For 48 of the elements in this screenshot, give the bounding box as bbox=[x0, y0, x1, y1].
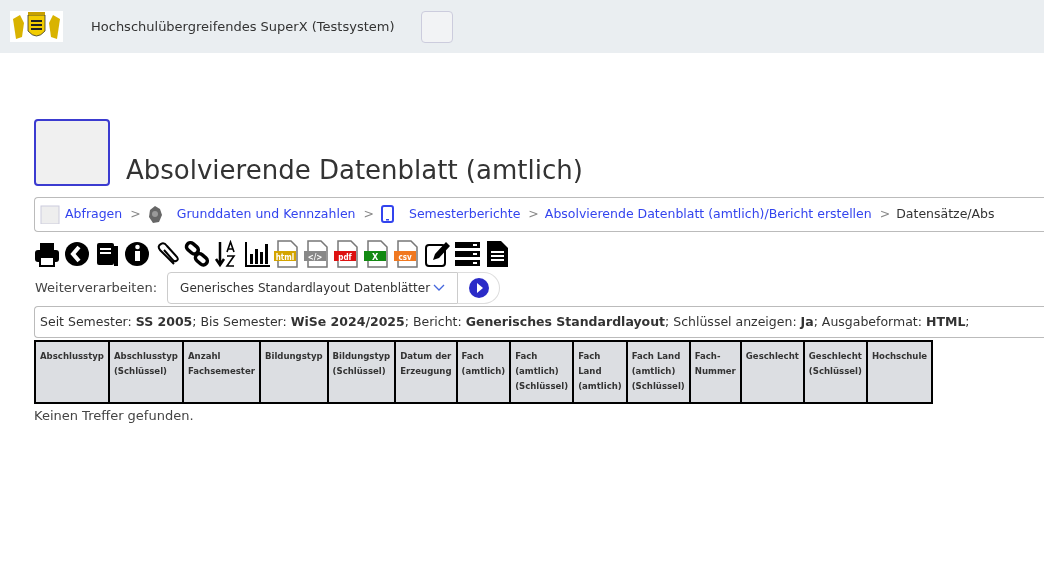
tablet-icon bbox=[380, 205, 395, 224]
column-header[interactable]: Anzahl Fachsemester bbox=[182, 341, 260, 403]
book-icon[interactable] bbox=[94, 240, 120, 268]
breadcrumb-link[interactable]: Absolvierende Datenblatt (amtlich)/Bericht erstellen bbox=[544, 205, 872, 224]
breadcrumb-separator: > bbox=[879, 205, 891, 224]
file-icon[interactable]: X bbox=[364, 240, 390, 268]
layout-select[interactable]: Generisches Standardlayout Datenblätter bbox=[167, 272, 459, 304]
column-header[interactable]: Fach Land (amtlich) bbox=[573, 341, 627, 403]
further-processing-label: Weiterverarbeiten: bbox=[35, 279, 158, 298]
go-button[interactable] bbox=[458, 272, 501, 304]
document-icon[interactable] bbox=[484, 240, 510, 268]
bar-chart-icon[interactable] bbox=[244, 240, 270, 268]
play-icon bbox=[468, 278, 489, 298]
column-header[interactable]: Abschlusstyp (Schlüssel) bbox=[108, 341, 183, 403]
breadcrumb-current: Datensätze/Abs bbox=[896, 205, 995, 224]
emblem-icon bbox=[146, 205, 163, 224]
server-icon[interactable] bbox=[454, 240, 480, 268]
empty-message: Keinen Treffer gefunden. bbox=[34, 407, 195, 425]
column-header[interactable]: Datum der Erzeugung bbox=[395, 341, 457, 403]
column-header[interactable]: Geschlecht (Schlüssel) bbox=[803, 341, 867, 403]
column-header[interactable]: Bildungstyp bbox=[259, 341, 328, 403]
column-header[interactable]: Fach (amtlich) bbox=[456, 341, 511, 403]
chevron-down-icon bbox=[433, 284, 446, 292]
info-icon[interactable] bbox=[124, 240, 150, 268]
coat-of-arms-logo bbox=[10, 11, 63, 42]
folder-icon bbox=[40, 205, 60, 224]
back-icon[interactable] bbox=[64, 240, 90, 268]
print-icon[interactable] bbox=[34, 240, 60, 268]
file-icon[interactable]: </> bbox=[304, 240, 330, 268]
breadcrumb-link[interactable]: Semesterberichte bbox=[409, 205, 521, 224]
link-icon[interactable] bbox=[184, 240, 210, 268]
breadcrumb-separator: > bbox=[528, 205, 539, 224]
file-icon[interactable]: pdf bbox=[334, 240, 360, 268]
breadcrumb-link[interactable]: Grunddaten und Kennzahlen bbox=[176, 205, 356, 224]
breadcrumb-separator: > bbox=[363, 205, 374, 224]
breadcrumb-link[interactable]: Abfragen bbox=[65, 205, 123, 224]
column-header[interactable]: Fach (amtlich) (Schlüssel) bbox=[510, 341, 574, 403]
breadcrumb-separator: > bbox=[130, 205, 141, 224]
column-header[interactable]: Fach-Nummer bbox=[689, 341, 741, 403]
page-title: Absolvierende Datenblatt (amtlich) bbox=[126, 154, 583, 186]
edit-icon[interactable] bbox=[424, 240, 450, 268]
filter-summary: Seit Semester: SS 2005; Bis Semester: WiSe 2024/2025; Bericht: Generisches Standardlayout; Schlüssel anzeigen: Ja; Ausgabeformat: HTML; bbox=[40, 312, 970, 331]
column-header[interactable]: Fach Land (amtlich) (Schlüssel) bbox=[626, 341, 690, 403]
column-header[interactable]: Abschlusstyp bbox=[35, 341, 109, 403]
app-title: Hochschulübergreifendes SuperX (Testsystem) bbox=[91, 17, 395, 36]
column-header[interactable]: Bildungstyp (Schlüssel) bbox=[327, 341, 396, 403]
column-header[interactable]: Geschlecht bbox=[740, 341, 804, 403]
column-header[interactable]: Hochschule bbox=[866, 341, 933, 403]
